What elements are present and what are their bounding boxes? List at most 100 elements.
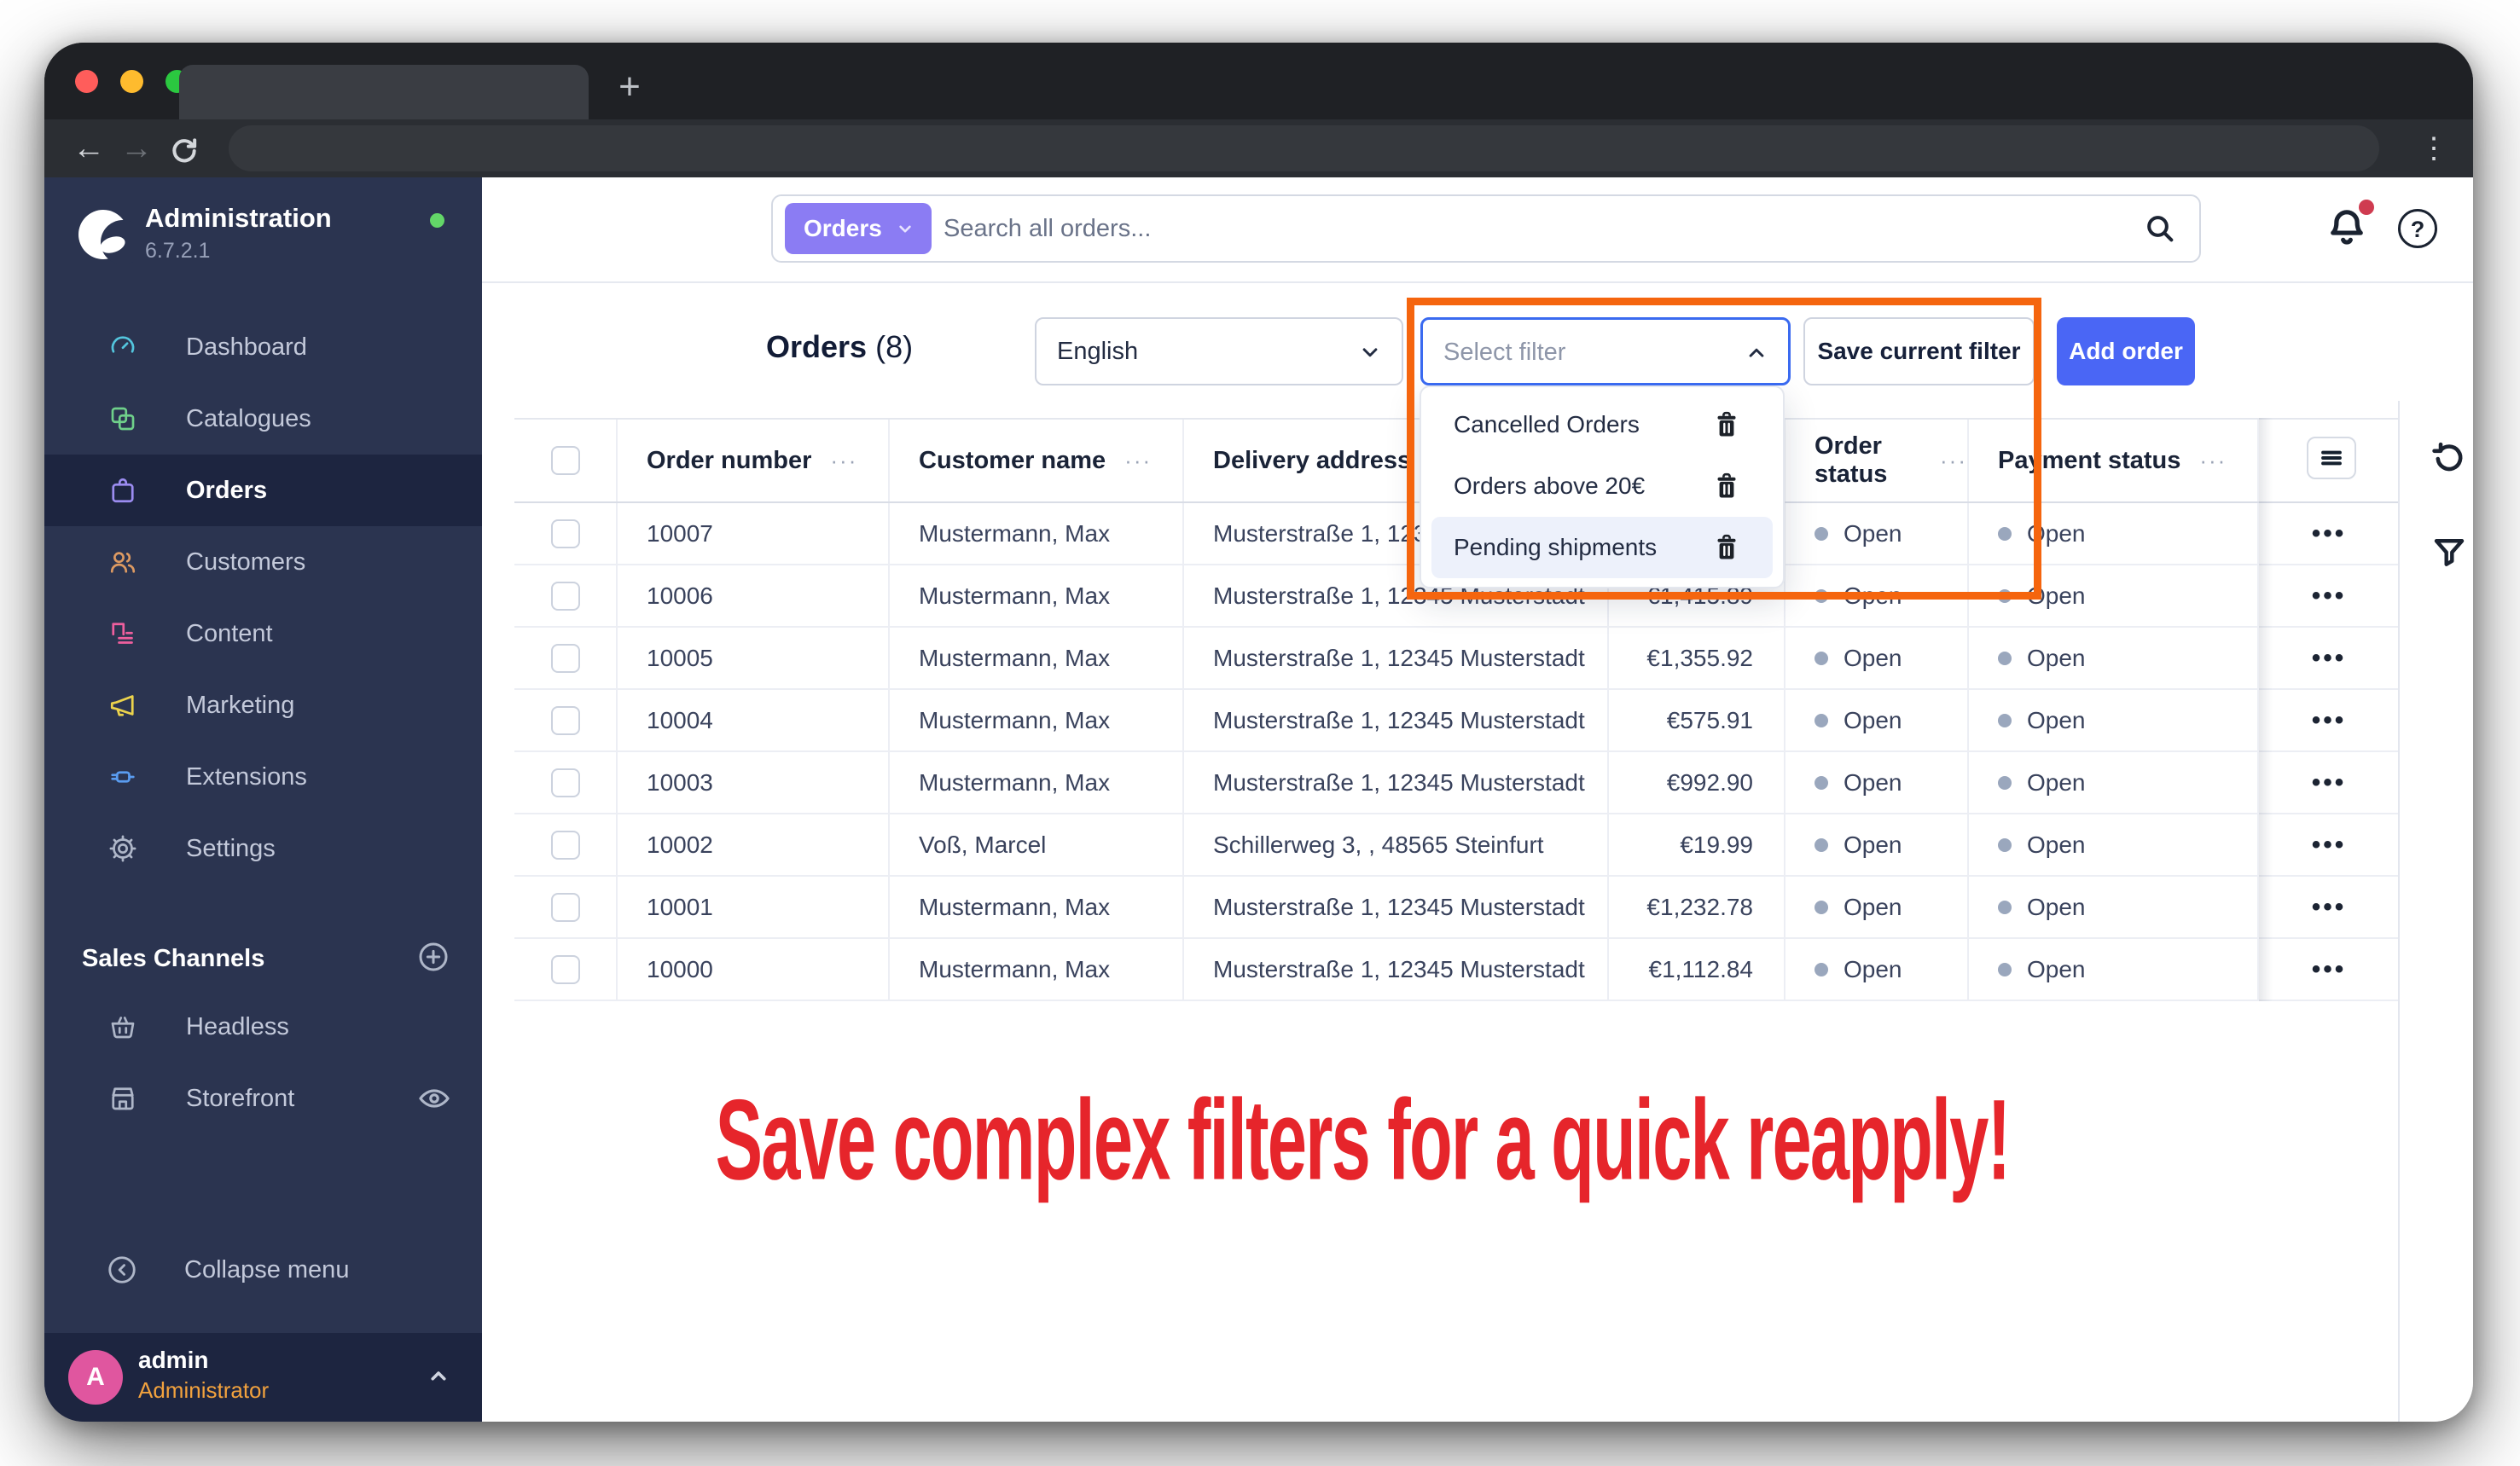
sidebar-item-label: Storefront [186, 1084, 295, 1112]
browser-menu-button[interactable]: ⋮ [2417, 131, 2451, 165]
search-scope-pill[interactable]: Orders [785, 203, 932, 254]
column-menu-icon[interactable]: ··· [1940, 448, 1967, 474]
collapse-menu-button[interactable]: Collapse menu [44, 1234, 482, 1306]
table-row[interactable]: 10000 Mustermann, Max Musterstraße 1, 12… [514, 939, 2399, 1001]
row-context-menu-button[interactable]: ••• [2259, 503, 2399, 564]
table-row[interactable]: 10004 Mustermann, Max Musterstraße 1, 12… [514, 690, 2399, 752]
saved-filter-label: Orders above 20€ [1454, 472, 1646, 499]
address-bar[interactable] [229, 125, 2379, 171]
preview-eye-icon[interactable] [416, 1081, 452, 1116]
column-payment-status[interactable]: Payment status ··· [1969, 420, 2259, 501]
table-row[interactable]: 10001 Mustermann, Max Musterstraße 1, 12… [514, 877, 2399, 939]
notification-badge-dot [2359, 200, 2374, 215]
reload-button[interactable] [160, 129, 208, 168]
payment-status-text: Open [2027, 582, 2086, 609]
filter-funnel-icon[interactable] [2430, 534, 2468, 571]
row-checkbox[interactable] [550, 643, 580, 673]
sidebar-item-orders[interactable]: Orders [44, 455, 482, 526]
row-context-menu-button[interactable]: ••• [2259, 814, 2399, 875]
sidebar-item-content[interactable]: Content [44, 598, 482, 669]
order-status-text: Open [1844, 768, 1902, 796]
status-dot [1998, 837, 2012, 852]
order-status-text: Open [1844, 831, 1902, 858]
column-menu-icon[interactable]: ··· [2199, 448, 2227, 474]
screenshot-stage: + ← → ⋮ Administration 6.7.2.1 Dashboard… [0, 0, 2520, 1466]
cell-delivery-address: Schillerweg 3, , 48565 Steinfurt [1184, 814, 1609, 875]
sidebar-item-customers[interactable]: Customers [44, 526, 482, 598]
saved-filter-option-orders-above-20[interactable]: Orders above 20€ [1431, 455, 1773, 517]
column-order-status[interactable]: Order status ··· [1785, 420, 1969, 501]
sidebar-item-settings[interactable]: Settings [44, 813, 482, 884]
row-checkbox-cell [514, 877, 618, 937]
cell-customer-name: Mustermann, Max [890, 752, 1184, 813]
saved-filter-option-cancelled-orders[interactable]: Cancelled Orders [1431, 394, 1773, 455]
column-order-number[interactable]: Order number ··· [618, 420, 890, 501]
table-row[interactable]: 10003 Mustermann, Max Musterstraße 1, 12… [514, 752, 2399, 814]
select-all-checkbox[interactable] [550, 446, 580, 475]
dashboard-icon [111, 336, 135, 353]
column-customer-name[interactable]: Customer name ··· [890, 420, 1184, 501]
cell-amount: €1,232.78 [1609, 877, 1785, 937]
sidebar-item-headless[interactable]: Headless [44, 991, 482, 1063]
row-checkbox-cell [514, 565, 618, 626]
table-row[interactable]: 10005 Mustermann, Max Musterstraße 1, 12… [514, 628, 2399, 690]
trash-icon[interactable] [1711, 532, 1742, 563]
row-checkbox[interactable] [550, 705, 580, 735]
sidebar-item-label: Dashboard [186, 333, 307, 361]
row-checkbox[interactable] [550, 892, 580, 922]
cell-amount: €575.91 [1609, 690, 1785, 750]
row-checkbox[interactable] [550, 581, 580, 611]
sidebar-item-marketing[interactable]: Marketing [44, 669, 482, 741]
column-menu-icon[interactable]: ··· [830, 448, 857, 474]
row-context-menu-button[interactable]: ••• [2259, 565, 2399, 626]
forward-button[interactable]: → [113, 130, 160, 167]
sidebar-item-storefront[interactable]: Storefront [44, 1063, 482, 1134]
column-settings-button[interactable] [2307, 437, 2356, 479]
trash-icon[interactable] [1711, 471, 1742, 501]
column-menu-icon[interactable]: ··· [1124, 448, 1152, 474]
chevron-down-icon [1362, 348, 1378, 357]
saved-filter-option-pending-shipments[interactable]: Pending shipments [1431, 517, 1773, 578]
row-checkbox[interactable] [550, 768, 580, 797]
payment-status-text: Open [2027, 706, 2086, 733]
row-context-menu-button[interactable]: ••• [2259, 939, 2399, 1000]
sidebar-item-dashboard[interactable]: Dashboard [44, 311, 482, 383]
row-checkbox[interactable] [550, 519, 580, 548]
browser-tab[interactable] [179, 65, 589, 119]
trash-icon[interactable] [1711, 409, 1742, 440]
table-row[interactable]: 10002 Voß, Marcel Schillerweg 3, , 48565… [514, 814, 2399, 877]
back-button[interactable]: ← [65, 130, 113, 167]
help-button[interactable]: ? [2398, 209, 2437, 248]
user-footer[interactable]: A admin Administrator [44, 1333, 482, 1422]
cell-delivery-address: Musterstraße 1, 12345 Musterstadt [1184, 752, 1609, 813]
close-window-button[interactable] [75, 70, 98, 93]
saved-filter-label: Cancelled Orders [1454, 411, 1640, 437]
row-context-menu-button[interactable]: ••• [2259, 877, 2399, 937]
add-sales-channel-icon[interactable] [416, 940, 450, 974]
row-context-menu-button[interactable]: ••• [2259, 690, 2399, 750]
new-tab-button[interactable]: + [604, 61, 655, 113]
sidebar-item-extensions[interactable]: Extensions [44, 741, 482, 813]
cell-payment-status: Open [1969, 503, 2259, 564]
sidebar-item-catalogues[interactable]: Catalogues [44, 383, 482, 455]
minimize-window-button[interactable] [120, 70, 143, 93]
refresh-icon[interactable] [2430, 439, 2469, 478]
filter-select[interactable]: Select filter [1420, 317, 1791, 385]
add-order-button[interactable]: Add order [2057, 317, 2195, 385]
search-icon[interactable] [2143, 211, 2177, 246]
row-checkbox-cell [514, 690, 618, 750]
cell-payment-status: Open [1969, 939, 2259, 1000]
row-checkbox[interactable] [550, 954, 580, 984]
language-select[interactable]: English [1035, 317, 1403, 385]
cell-customer-name: Mustermann, Max [890, 565, 1184, 626]
global-search[interactable]: Orders Search all orders... [771, 194, 2201, 263]
filter-placeholder: Select filter [1443, 339, 1566, 366]
save-current-filter-button[interactable]: Save current filter [1803, 317, 2035, 385]
status-dot [1998, 651, 2012, 665]
row-context-menu-button[interactable]: ••• [2259, 628, 2399, 688]
cell-customer-name: Voß, Marcel [890, 814, 1184, 875]
window-controls[interactable] [75, 70, 189, 93]
row-checkbox[interactable] [550, 830, 580, 860]
row-context-menu-button[interactable]: ••• [2259, 752, 2399, 813]
page-count: (8) [875, 329, 914, 364]
